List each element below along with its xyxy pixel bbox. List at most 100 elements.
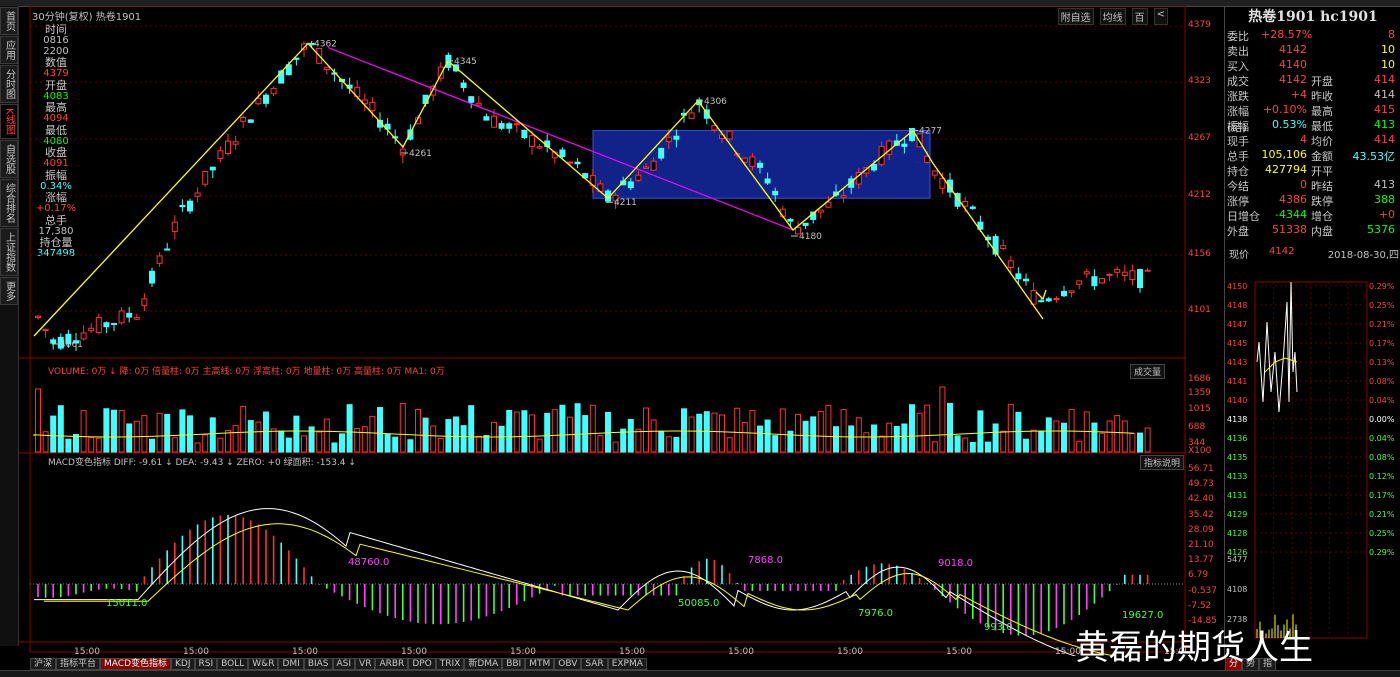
volume-axis-label: 1359 [1188,388,1211,398]
volume-bar [658,430,665,453]
indicator-tab[interactable]: RSI [194,658,218,670]
left-tab-7[interactable]: 更多 [0,276,18,305]
price-annotation: 4345 [454,57,477,67]
quote-key: 日增仓 [1227,210,1260,223]
macd-axis-label: 6.79 [1188,570,1209,581]
volume-tag[interactable]: 成交量 [1130,364,1166,379]
indicator-tab[interactable]: W&R [248,658,279,670]
left-tab-3[interactable]: K线图 [0,104,18,139]
candle [969,206,976,209]
candle [901,143,908,147]
left-tab-1[interactable]: 应用 [0,36,18,64]
candle [247,119,254,123]
mini-price-label: 4143 [1227,358,1247,367]
candle [1076,280,1083,285]
indicator-tab[interactable]: TRIX [435,658,465,670]
volume-bar [1129,433,1136,453]
quote-value-2: 415 [1374,103,1395,116]
price-axis-label: 4101 [1188,305,1211,315]
indicator-tab[interactable]: ARBR [375,658,409,670]
indicator-tab[interactable]: 新DMA [464,658,503,670]
quote-value: 427794 [1265,163,1307,176]
indicator-tab[interactable]: MACD变色指标 [100,658,172,670]
price-annotation: 4277 [919,127,942,137]
candle [126,312,133,318]
candle [498,123,505,129]
candle [1137,269,1143,289]
volume-bar [734,407,741,453]
kline-chart-panel[interactable]: 30分钟(复权) 热卷1901 附自选 均线百 < 时间 0816 2200 数值 4379… [18,6,1186,656]
price-annotation: 4180 [799,232,822,242]
volume-bar [985,441,991,453]
quote-value-2: +0 [1378,208,1395,221]
volume-bar [1030,429,1037,453]
indicator-tab[interactable]: BBI [502,658,526,670]
quote-key: 涨幅(结) [1227,105,1249,134]
volume-bar [643,407,649,453]
indicator-tab[interactable]: DPO [408,658,436,670]
indicator-tab[interactable]: VR [355,658,376,670]
macd-axis-label: 35.42 [1188,509,1214,520]
candle [202,171,209,185]
now-label: 现价 [1229,250,1249,261]
left-tab-5[interactable]: 综合排名 [0,178,18,227]
volume-bar [681,408,687,453]
mini-percent-label: 0.17% [1369,339,1395,348]
candle [665,136,672,143]
volume-bar [301,435,307,453]
mini-price-label: 4136 [1227,434,1247,443]
volume-bar [969,442,976,453]
candle [840,195,847,198]
quote-row: 振幅 0.53% 最低 413 [1227,118,1400,133]
indicator-tab[interactable]: BOLL [217,658,249,670]
volume-bar [1061,422,1067,453]
candle [407,129,414,140]
indicator-tab[interactable]: ASI [332,658,356,670]
indicator-tab[interactable]: SAR [581,658,608,670]
intraday-mini-chart[interactable]: 4150 4148 4147 4145 4143 4141 4140 4138 4136 4135… [1225,262,1400,642]
candle [757,162,763,168]
candle [118,310,125,324]
indicator-tab[interactable]: BIAS [303,658,333,670]
candle [369,101,376,112]
macd-axis-label: -0.537 [1188,585,1218,596]
macd-area-label: 50085.0 [678,598,719,609]
candle [232,141,239,145]
quote-value-2: 388 [1374,193,1395,206]
volume-bar [95,437,102,453]
volume-bar [57,405,64,453]
macd-help-button[interactable]: 指标说明 [1140,455,1185,470]
left-tab-2[interactable]: 分时图 [0,65,18,103]
volume-bar [285,437,292,453]
indicator-tab[interactable]: OBV [554,658,582,670]
quote-value: 105,106 [1261,148,1308,161]
volume-bar [103,408,110,453]
volume-bar [1144,427,1151,453]
left-tab-4[interactable]: 自选股 [0,139,18,178]
volume-bar [749,410,756,453]
indicator-tab[interactable]: EXPMA [607,658,647,670]
candlestick-chart[interactable]: 4362 4345 4261 4306 4277 4211 4180 4061 48760.0 7… [18,6,1186,656]
quote-row: 外盘 51338 内盘 5376 [1227,223,1400,238]
mini-price-label: 4138 [1227,415,1247,424]
left-tab-0[interactable]: 首页 [0,7,18,35]
indicator-tab[interactable]: 沪深 [30,658,57,670]
left-navigation: 首页 应用 分时图 K线图 自选股 综合排名 上证指数 更多 [0,6,19,646]
volume-bar [1121,420,1128,453]
indicator-tab[interactable]: KDJ [171,658,195,670]
volume-bar [840,409,847,453]
volume-bar [1053,420,1060,453]
quote-row: 日增仓 -4344 增仓 +0 [1227,208,1400,223]
indicator-tab[interactable]: MTM [525,658,555,670]
candle [187,200,193,212]
volume-bar [323,418,330,453]
quote-key: 总手 [1227,150,1249,163]
mini-percent-label: 0.13% [1369,358,1395,367]
volume-bar [73,433,79,453]
volume-bar [164,413,171,453]
candle [802,222,809,226]
volume-bar [764,419,771,453]
left-tab-6[interactable]: 上证指数 [0,227,18,276]
indicator-tab[interactable]: 指标平台 [56,658,101,670]
indicator-tab[interactable]: DMI [278,658,304,670]
